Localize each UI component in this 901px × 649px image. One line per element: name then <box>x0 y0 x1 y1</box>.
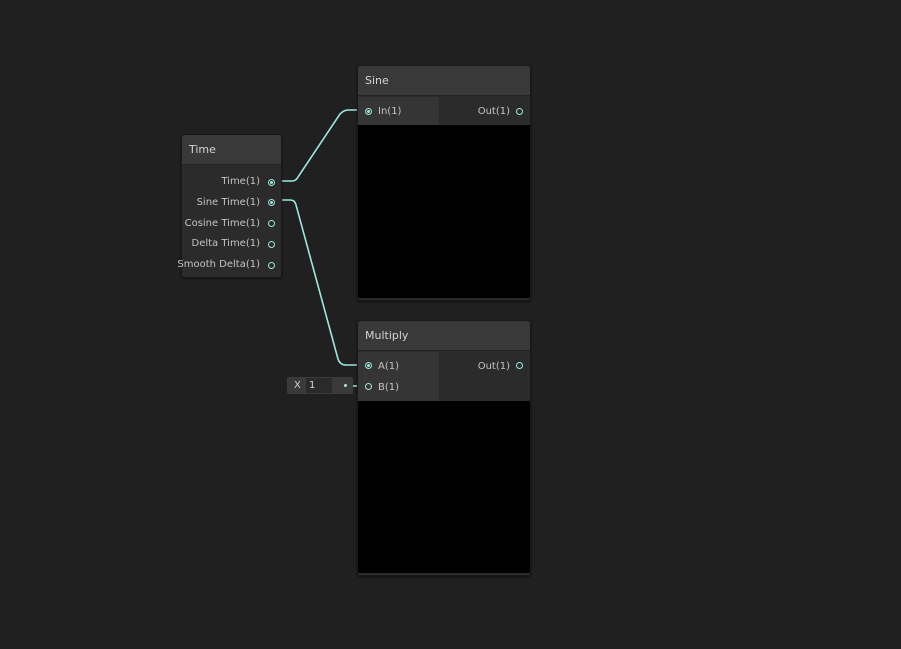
time-output-connector[interactable] <box>268 179 275 186</box>
sine-out-connector[interactable] <box>516 108 523 115</box>
multiply-out-port[interactable]: Out(1) <box>478 357 510 377</box>
multiply-node[interactable]: Multiply A(1) B(1) Out(1) <box>357 320 531 576</box>
cosine-time-output-connector[interactable] <box>268 220 275 227</box>
cosine-time-output-port[interactable]: Cosine Time(1) <box>185 214 260 234</box>
sine-node-title: Sine <box>358 66 530 96</box>
sine-in-label: In(1) <box>378 106 402 117</box>
sine-time-output-port[interactable]: Sine Time(1) <box>197 193 260 213</box>
sine-preview <box>358 125 530 298</box>
delta-time-output-label: Delta Time(1) <box>191 238 261 249</box>
delta-time-output-port[interactable]: Delta Time(1) <box>192 234 261 254</box>
multiply-node-title: Multiply <box>358 321 530 351</box>
multiply-b-connector[interactable] <box>365 383 372 390</box>
time-node-title: Time <box>182 135 281 165</box>
sine-out-port[interactable]: Out(1) <box>478 102 510 122</box>
time-output-label: Time(1) <box>221 176 260 187</box>
cosine-time-output-label: Cosine Time(1) <box>184 218 260 229</box>
smooth-delta-output-connector[interactable] <box>268 262 275 269</box>
multiply-b-field-axis-label: X <box>294 380 301 391</box>
sine-time-output-connector[interactable] <box>268 199 275 206</box>
multiply-a-label: A(1) <box>378 361 400 372</box>
multiply-preview <box>358 401 530 573</box>
sine-in-port[interactable]: In(1) <box>378 102 401 122</box>
multiply-b-label: B(1) <box>378 382 400 393</box>
sine-time-output-label: Sine Time(1) <box>196 197 260 208</box>
delta-time-output-connector[interactable] <box>268 241 275 248</box>
multiply-a-port[interactable]: A(1) <box>378 357 399 377</box>
time-node[interactable]: Time Time(1) Sine Time(1) Cosine Time(1)… <box>177 134 282 278</box>
sine-in-connector[interactable] <box>365 108 372 115</box>
sine-out-label: Out(1) <box>477 106 510 117</box>
multiply-a-connector[interactable] <box>365 362 372 369</box>
multiply-out-label: Out(1) <box>477 361 510 372</box>
multiply-b-field-connector <box>344 384 347 387</box>
multiply-b-port[interactable]: B(1) <box>378 378 399 398</box>
multiply-b-value-input[interactable] <box>306 378 332 393</box>
multiply-b-default-field: X <box>287 377 353 394</box>
time-output-port[interactable]: Time(1) <box>221 172 260 192</box>
multiply-out-connector[interactable] <box>516 362 523 369</box>
sine-node[interactable]: Sine In(1) Out(1) <box>357 65 531 301</box>
smooth-delta-output-label: Smooth Delta(1) <box>177 259 260 270</box>
smooth-delta-output-port[interactable]: Smooth Delta(1) <box>177 255 260 275</box>
